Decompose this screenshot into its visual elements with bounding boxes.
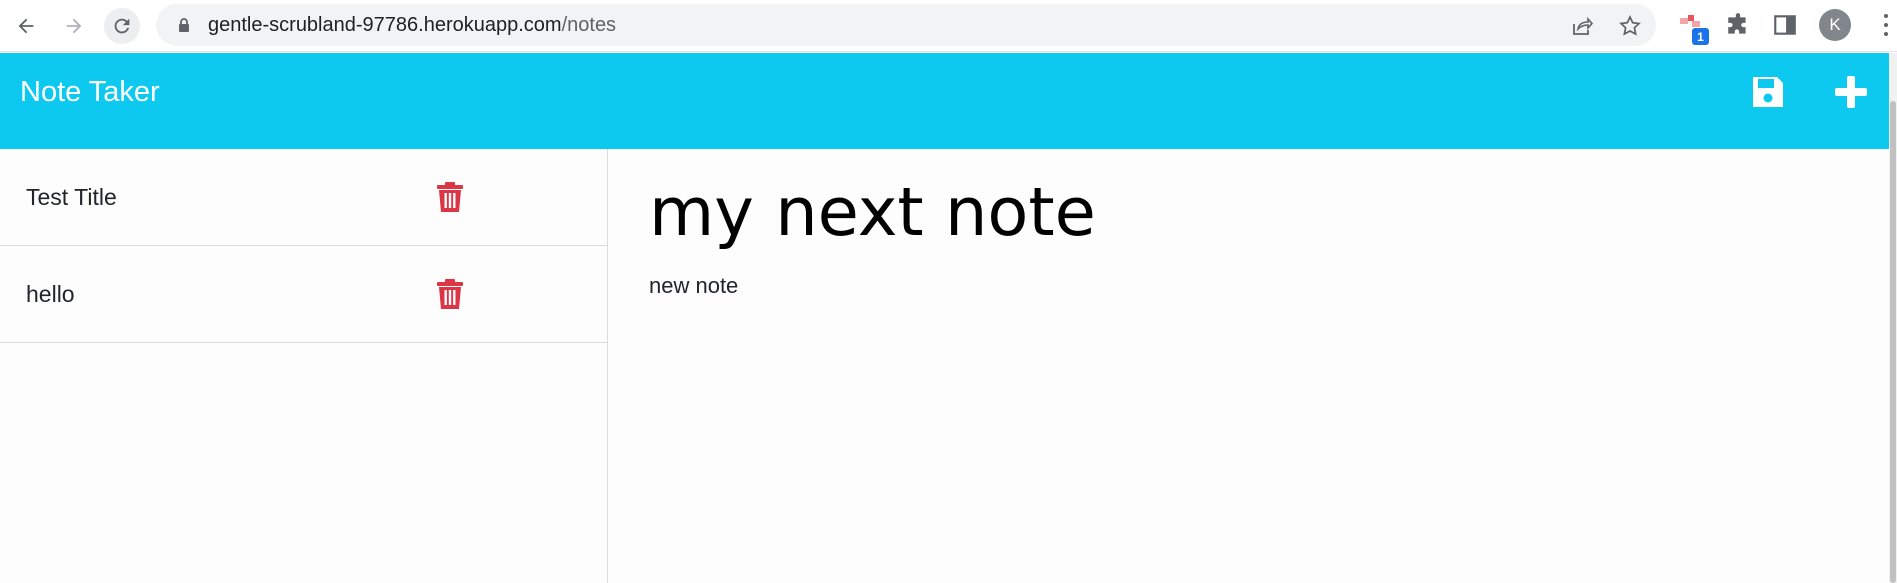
- note-list-title: Test Title: [26, 184, 117, 210]
- save-note-icon[interactable]: [1749, 73, 1787, 111]
- delete-trash-icon[interactable]: [436, 279, 464, 309]
- back-button[interactable]: [8, 8, 44, 44]
- forward-button[interactable]: [56, 8, 92, 44]
- url-host: gentle-scrubland-97786.herokuapp.com: [208, 14, 562, 36]
- puzzle-extensions-icon[interactable]: [1725, 12, 1751, 38]
- note-title-field[interactable]: my next note: [649, 173, 1096, 251]
- arrow-right-icon: [66, 18, 82, 34]
- extension-badge: 1: [1692, 28, 1709, 45]
- url-path: /notes: [561, 14, 617, 36]
- reload-icon: [114, 18, 130, 34]
- notes-list: Test Title hello: [0, 149, 608, 583]
- note-text-field[interactable]: new note: [649, 273, 738, 299]
- app-navbar: Note Taker: [0, 53, 1889, 149]
- lock-icon: [179, 18, 189, 32]
- arrow-left-icon: [18, 18, 34, 34]
- bookmark-star-icon[interactable]: [1618, 14, 1642, 38]
- browser-menu-icon[interactable]: [1884, 14, 1888, 36]
- list-item[interactable]: hello: [0, 246, 608, 343]
- delete-trash-icon[interactable]: [436, 182, 464, 212]
- list-item[interactable]: Test Title: [0, 149, 608, 246]
- page-scrollbar[interactable]: [1889, 53, 1897, 583]
- url-text: gentle-scrubland-97786.herokuapp.com/not…: [208, 14, 616, 37]
- address-bar[interactable]: gentle-scrubland-97786.herokuapp.com/not…: [156, 4, 1656, 46]
- browser-toolbar: gentle-scrubland-97786.herokuapp.com/not…: [0, 0, 1897, 52]
- new-note-plus-icon[interactable]: [1832, 73, 1870, 111]
- reload-button[interactable]: [104, 8, 140, 44]
- side-panel-icon[interactable]: [1772, 12, 1798, 38]
- share-icon[interactable]: [1570, 14, 1594, 38]
- scrollbar-thumb[interactable]: [1890, 101, 1896, 583]
- note-list-title: hello: [26, 281, 75, 307]
- profile-avatar[interactable]: K: [1819, 9, 1851, 41]
- app-title[interactable]: Note Taker: [20, 76, 160, 109]
- note-editor: my next note new note: [609, 149, 1889, 583]
